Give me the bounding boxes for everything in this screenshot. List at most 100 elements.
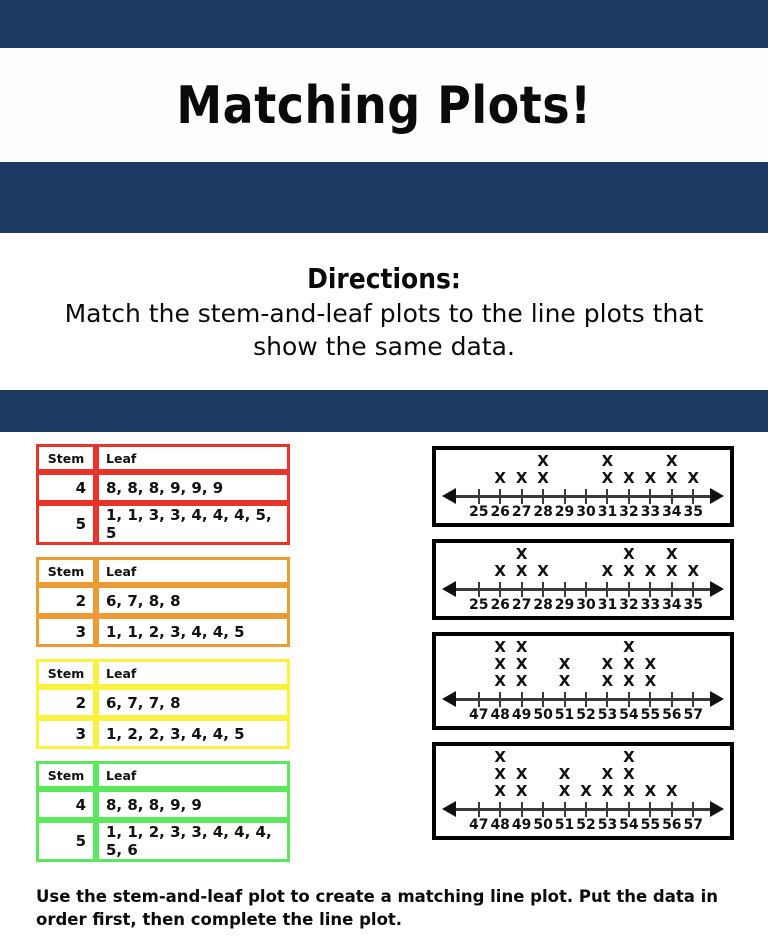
tick-mark: [499, 801, 502, 817]
axis-tick-label: 49: [511, 707, 532, 723]
x-marker: X: [515, 562, 528, 580]
x-marker: X: [623, 782, 635, 800]
x-marker: X: [666, 469, 678, 487]
tick-mark: [584, 691, 587, 707]
stem-and-leaf-table-red: Stem Leaf 4 8, 8, 8, 9, 9, 9 5 1, 1, 3, 3, 4,…: [36, 444, 290, 545]
axis-tick-label: 31: [597, 504, 618, 520]
tick-mark: [649, 801, 652, 817]
tick-mark: [499, 691, 502, 707]
leaf-values: 1, 2, 2, 3, 4, 4, 5: [96, 718, 290, 749]
tick-mark: [477, 488, 480, 504]
x-marker: X: [515, 469, 528, 487]
x-marker: X: [644, 782, 657, 800]
line-plot-column-33: X: [640, 471, 661, 488]
axis-tick-56: [661, 691, 682, 707]
axis-tick-label: 33: [640, 504, 661, 520]
tick-mark: [542, 691, 545, 707]
axis-tick-label: 48: [490, 707, 510, 723]
line-plot-column-54: XXX: [618, 750, 639, 801]
line-plot-column-28: XX: [532, 454, 553, 488]
tick-mark: [649, 691, 652, 707]
table-header-row: Stem Leaf: [36, 761, 290, 789]
axis-tick-26: [489, 488, 510, 504]
tick-mark: [606, 488, 609, 504]
axis-tick-label: 52: [576, 817, 596, 833]
line-plot-2: X X X X X X X X X X X 25 26 27 28 29 30 31 32 33 34 35: [432, 539, 734, 620]
line-plot-column-35: X: [683, 564, 704, 581]
axis-tick-32: [618, 488, 639, 504]
table-row: 5 1, 1, 3, 3, 4, 4, 4, 5, 5: [36, 503, 290, 545]
arrow-right-icon: [710, 691, 724, 707]
axis-tick-28: [532, 488, 553, 504]
x-marker: X: [623, 562, 635, 580]
axis-tick-52: [575, 801, 596, 817]
tick-mark: [563, 691, 566, 707]
x-marker: X: [601, 562, 614, 580]
x-marker: X: [494, 562, 506, 580]
axis-tick-label: 27: [511, 504, 532, 520]
table-row: 4 8, 8, 8, 9, 9: [36, 789, 290, 820]
x-marker: X: [666, 562, 678, 580]
axis-tick-35: [683, 488, 704, 504]
leaf-values: 6, 7, 8, 8: [96, 585, 290, 616]
tick-mark: [670, 488, 673, 504]
tick-mark: [499, 581, 502, 597]
axis-tick-48: [489, 801, 510, 817]
axis-tick-label: 48: [490, 817, 510, 833]
header-accent-bar-top: [0, 0, 768, 48]
axis-tick-label: 34: [662, 597, 682, 613]
stem-value: 2: [36, 687, 96, 718]
axis-tick-label: 32: [619, 504, 639, 520]
stem-value: 4: [36, 789, 96, 820]
axis-tick-55: [640, 691, 661, 707]
line-plot-marker-stack: XXXXXXXXXXX: [442, 454, 724, 488]
line-plot-column: X X X X X X X X X X X 25 26 27 28 29 30 31 32 33 34 35 X X X X X X X…: [432, 446, 734, 852]
tick-mark: [584, 801, 587, 817]
line-plot-column-49: XX: [511, 767, 532, 801]
stem-value: 3: [36, 616, 96, 647]
axis-tick-label: 51: [554, 707, 575, 723]
leaf-values: 1, 1, 2, 3, 3, 4, 4, 4, 5, 6: [96, 820, 290, 862]
tick-mark: [627, 691, 630, 707]
axis-tick-labels: 47 48 49 50 51 52 53 54 55 56 57: [442, 817, 724, 833]
axis-tick-34: [661, 581, 682, 597]
x-marker: X: [558, 782, 571, 800]
axis-tick-label: 33: [640, 597, 661, 613]
axis-tick-49: [511, 691, 532, 707]
table-row: 5 1, 1, 2, 3, 3, 4, 4, 4, 5, 6: [36, 820, 290, 862]
x-marker: X: [601, 672, 614, 690]
axis-tick-47: [468, 801, 489, 817]
x-marker: X: [644, 672, 657, 690]
axis-tick-labels: 25 26 27 28 29 30 31 32 33 34 35: [442, 597, 724, 613]
table-header-row: Stem Leaf: [36, 444, 290, 472]
axis-tick-label: 30: [576, 504, 596, 520]
axis-tick-25: [468, 488, 489, 504]
axis-tick-label: 26: [490, 597, 510, 613]
axis-tick-31: [597, 581, 618, 597]
stem-value: 2: [36, 585, 96, 616]
axis-tick-label: 26: [490, 504, 510, 520]
line-plot-marker-stack: XXXXXXXXXXXXXXX: [442, 750, 724, 801]
axis-tick-labels: 25 26 27 28 29 30 31 32 33 34 35: [442, 504, 724, 520]
axis-tick-28: [532, 581, 553, 597]
tick-mark: [627, 488, 630, 504]
line-plot-column-34: XX: [661, 547, 682, 581]
leaf-column-header: Leaf: [96, 659, 290, 687]
line-plot-column-54: XXX: [618, 640, 639, 691]
axis-tick-label: 34: [662, 504, 682, 520]
axis-tick-label: 28: [533, 597, 553, 613]
number-line-axis: [442, 488, 724, 504]
axis-tick-33: [640, 581, 661, 597]
x-marker: X: [494, 672, 506, 690]
x-marker: X: [537, 469, 549, 487]
tick-mark: [477, 691, 480, 707]
tick-mark: [627, 581, 630, 597]
axis-tick-48: [489, 691, 510, 707]
x-marker: X: [601, 782, 614, 800]
x-marker: X: [515, 672, 528, 690]
header-accent-bar-middle: [0, 162, 768, 233]
axis-tick-57: [683, 691, 704, 707]
stem-value: 5: [36, 820, 96, 862]
axis-tick-29: [554, 488, 575, 504]
line-plot-column-48: XXX: [489, 640, 510, 691]
